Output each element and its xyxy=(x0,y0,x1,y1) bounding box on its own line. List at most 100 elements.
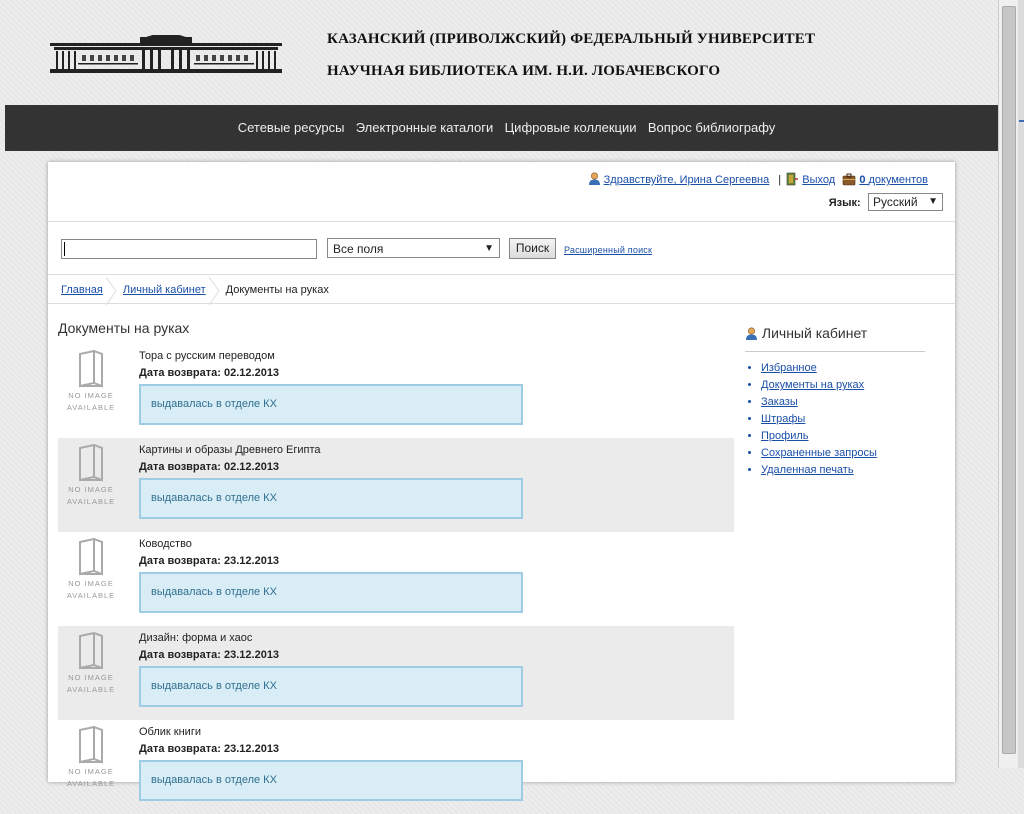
search-button[interactable]: Поиск xyxy=(509,238,556,259)
document-item: NO IMAGE AVAILABLE Дизайн: форма и хаос Дат… xyxy=(58,626,734,720)
search-field-selected: Все поля xyxy=(333,242,384,256)
no-image-placeholder: NO IMAGE AVAILABLE xyxy=(63,538,119,608)
search-field-select[interactable]: Все поля ▼ xyxy=(327,238,500,258)
breadcrumb-personal-account[interactable]: Личный кабинет xyxy=(122,277,226,305)
no-image-text: NO IMAGE AVAILABLE xyxy=(63,578,119,602)
document-due-date: Дата возврата: 02.12.2013 xyxy=(139,461,280,473)
advanced-search-link[interactable]: Расширенный поиск xyxy=(564,245,652,255)
book-placeholder-icon xyxy=(79,632,103,670)
sidebar-item-remote-print: Удаленная печать xyxy=(761,462,925,479)
document-title[interactable]: Облик книги xyxy=(139,726,201,738)
document-status-box: выдавалась в отделе КХ xyxy=(139,760,523,801)
logout-link[interactable]: Выход xyxy=(802,174,835,186)
sidebar-title: Личный кабинет xyxy=(745,325,925,352)
cart-count: 0 xyxy=(859,174,866,186)
main-nav: Сетевые ресурсы Электронные каталоги Циф… xyxy=(5,105,998,151)
document-title[interactable]: Ководство xyxy=(139,538,192,550)
vertical-scrollbar[interactable] xyxy=(998,0,1019,768)
book-placeholder-icon xyxy=(79,444,103,482)
page-title: Документы на руках xyxy=(58,320,190,336)
language-selected: Русский xyxy=(873,195,918,209)
divider xyxy=(48,221,955,222)
sidebar-link[interactable]: Штрафы xyxy=(761,413,805,425)
cart-label: документов xyxy=(868,174,928,186)
no-image-line-1: NO IMAGE xyxy=(68,579,114,588)
university-building-logo xyxy=(50,35,282,73)
language-label: Язык: xyxy=(828,197,861,209)
breadcrumb-current: Документы на руках xyxy=(225,284,329,296)
nav-item-ask-librarian[interactable]: Вопрос библиографу xyxy=(648,120,775,135)
user-bar: Здравствуйте, Ирина Сергеевна | Выход 0 … xyxy=(588,172,928,189)
no-image-line-2: AVAILABLE xyxy=(66,591,116,600)
sidebar-link[interactable]: Избранное xyxy=(761,362,817,374)
sidebar-link[interactable]: Документы на руках xyxy=(761,379,864,391)
no-image-line-1: NO IMAGE xyxy=(68,485,114,494)
sidebar-link[interactable]: Удаленная печать xyxy=(761,464,854,476)
sidebar-item-fines: Штрафы xyxy=(761,411,925,428)
no-image-text: NO IMAGE AVAILABLE xyxy=(63,484,119,508)
divider xyxy=(48,274,955,275)
sidebar-item-favorites: Избранное xyxy=(761,360,925,377)
window-edge-marker xyxy=(1019,120,1024,122)
language-row: Язык: Русский ▼ xyxy=(829,193,943,211)
sidebar-link[interactable]: Профиль xyxy=(761,430,809,442)
breadcrumb-separator-icon xyxy=(105,277,117,305)
scrollbar-thumb[interactable] xyxy=(1002,6,1016,754)
sidebar-item-profile: Профиль xyxy=(761,428,925,445)
university-name: КАЗАНСКИЙ (ПРИВОЛЖСКИЙ) ФЕДЕРАЛЬНЫЙ УНИВ… xyxy=(327,31,816,47)
document-item: NO IMAGE AVAILABLE Ководство Дата возврата:… xyxy=(58,532,734,626)
no-image-line-2: AVAILABLE xyxy=(66,685,116,694)
book-placeholder-icon xyxy=(79,726,103,764)
book-placeholder-icon xyxy=(79,538,103,576)
document-item: NO IMAGE AVAILABLE Облик книги Дата возврат… xyxy=(58,720,734,814)
document-title[interactable]: Картины и образы Древнего Египта xyxy=(139,444,321,456)
breadcrumb-personal-account-label: Личный кабинет xyxy=(122,284,206,296)
no-image-text: NO IMAGE AVAILABLE xyxy=(63,390,119,414)
document-title[interactable]: Тора с русским переводом xyxy=(139,350,275,362)
sidebar-item-orders: Заказы xyxy=(761,394,925,411)
divider xyxy=(48,303,955,304)
no-image-line-1: NO IMAGE xyxy=(68,673,114,682)
nav-item-network-resources[interactable]: Сетевые ресурсы xyxy=(238,120,345,135)
sidebar-link[interactable]: Заказы xyxy=(761,396,798,408)
sidebar-menu: Избранное Документы на руках Заказы Штра… xyxy=(745,360,925,479)
no-image-text: NO IMAGE AVAILABLE xyxy=(63,766,119,790)
search-input[interactable] xyxy=(61,239,317,259)
sidebar-item-documents-on-hand: Документы на руках xyxy=(761,377,925,394)
no-image-placeholder: NO IMAGE AVAILABLE xyxy=(63,444,119,514)
no-image-line-2: AVAILABLE xyxy=(66,497,116,506)
breadcrumb-separator-icon xyxy=(208,277,220,305)
no-image-placeholder: NO IMAGE AVAILABLE xyxy=(63,632,119,702)
breadcrumb-home[interactable]: Главная xyxy=(61,277,123,305)
document-item: NO IMAGE AVAILABLE Картины и образы Древне… xyxy=(58,438,734,532)
sidebar-item-saved-queries: Сохраненные запросы xyxy=(761,445,925,462)
no-image-line-1: NO IMAGE xyxy=(68,767,114,776)
no-image-line-1: NO IMAGE xyxy=(68,391,114,400)
nav-item-electronic-catalogs[interactable]: Электронные каталоги xyxy=(356,120,493,135)
document-status-box: выдавалась в отделе КХ xyxy=(139,666,523,707)
text-caret xyxy=(64,242,65,256)
language-select[interactable]: Русский ▼ xyxy=(868,193,943,211)
document-item: NO IMAGE AVAILABLE Тора с русским переводо… xyxy=(58,344,734,438)
nav-item-digital-collections[interactable]: Цифровые коллекции xyxy=(505,120,637,135)
user-greeting-link[interactable]: Здравствуйте, Ирина Сергеевна xyxy=(604,174,770,186)
no-image-line-2: AVAILABLE xyxy=(66,779,116,788)
document-due-date: Дата возврата: 23.12.2013 xyxy=(139,743,280,755)
site-header: КАЗАНСКИЙ (ПРИВОЛЖСКИЙ) ФЕДЕРАЛЬНЫЙ УНИВ… xyxy=(0,0,998,105)
no-image-placeholder: NO IMAGE AVAILABLE xyxy=(63,350,119,420)
library-name: НАУЧНАЯ БИБЛИОТЕКА ИМ. Н.И. ЛОБАЧЕВСКОГО xyxy=(327,63,721,79)
document-status-box: выдавалась в отделе КХ xyxy=(139,478,523,519)
breadcrumb: Главная Личный кабинет Документы на рука… xyxy=(61,277,349,305)
book-placeholder-icon xyxy=(79,350,103,388)
briefcase-icon xyxy=(842,173,856,189)
document-due-date: Дата возврата: 23.12.2013 xyxy=(139,649,280,661)
cart-link[interactable]: 0 документов xyxy=(859,174,928,186)
document-title[interactable]: Дизайн: форма и хаос xyxy=(139,632,252,644)
sidebar-link[interactable]: Сохраненные запросы xyxy=(761,447,877,459)
dropdown-arrow-icon: ▼ xyxy=(928,196,938,207)
content-panel: Здравствуйте, Ирина Сергеевна | Выход 0 … xyxy=(48,162,955,801)
user-bar-separator: | xyxy=(778,174,782,186)
sidebar: Личный кабинет Избранное Документы на ру… xyxy=(745,325,925,479)
no-image-placeholder: NO IMAGE AVAILABLE xyxy=(63,726,119,796)
document-due-date: Дата возврата: 02.12.2013 xyxy=(139,367,280,379)
